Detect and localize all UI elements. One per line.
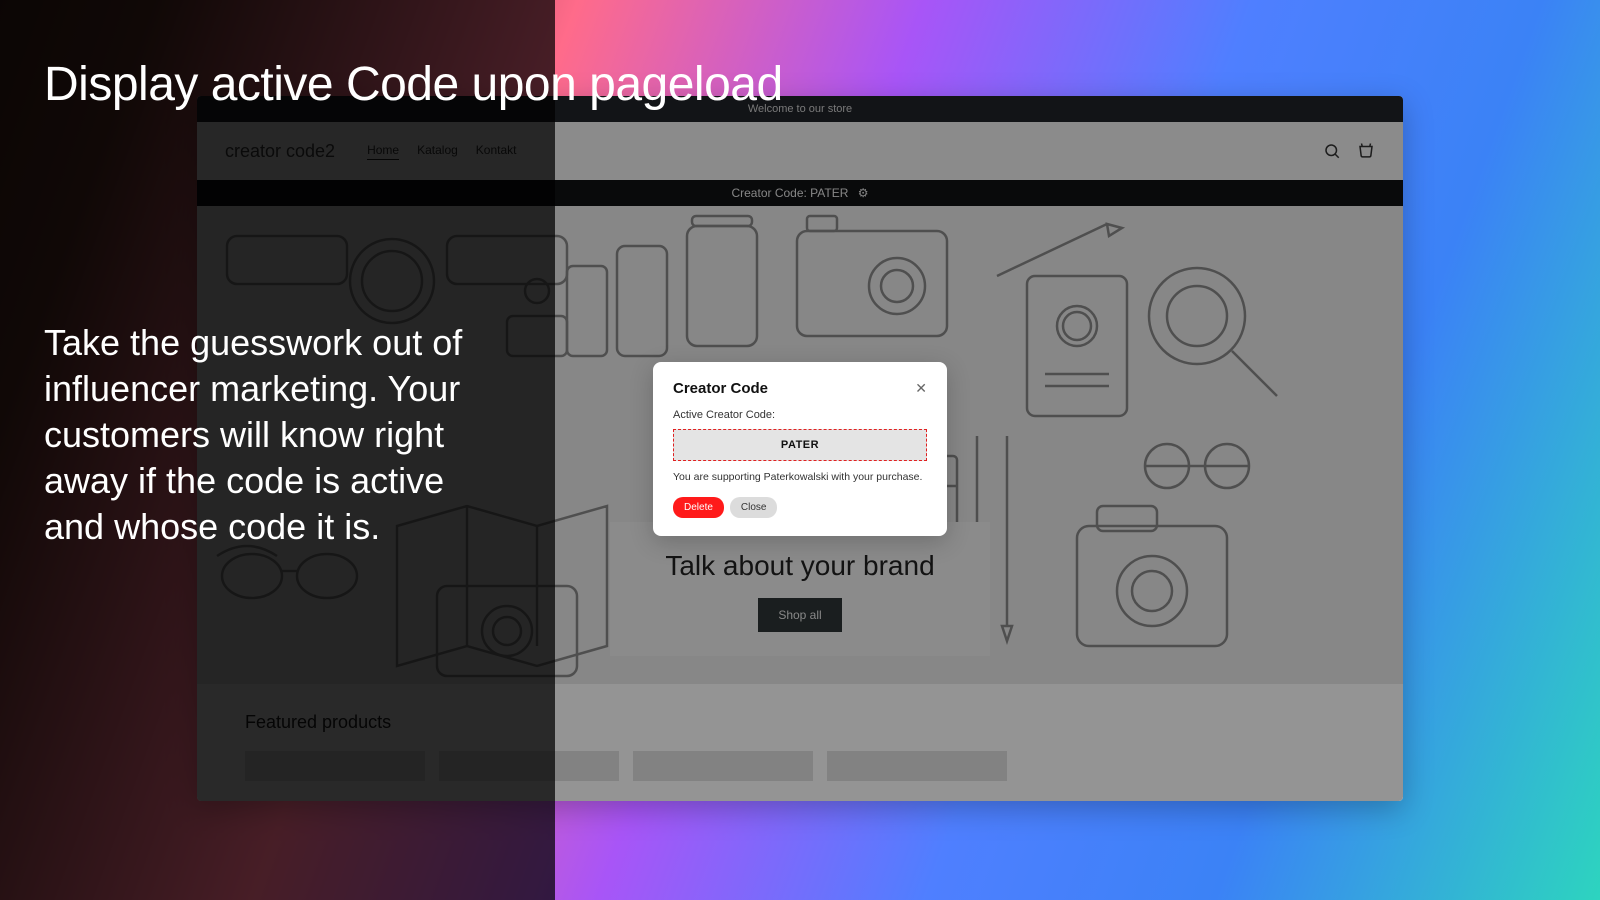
promo-title: Display active Code upon pageload: [44, 60, 783, 110]
close-button[interactable]: Close: [730, 497, 778, 518]
close-icon[interactable]: ✕: [915, 381, 927, 395]
support-text: You are supporting Paterkowalski with yo…: [673, 471, 927, 483]
active-code-box: PATER: [673, 429, 927, 461]
delete-button[interactable]: Delete: [673, 497, 724, 518]
modal-subtitle: Active Creator Code:: [673, 409, 927, 421]
promo-body: Take the guesswork out of influencer mar…: [44, 320, 514, 550]
creator-code-modal: Creator Code ✕ Active Creator Code: PATE…: [653, 362, 947, 536]
modal-title: Creator Code: [673, 380, 768, 397]
